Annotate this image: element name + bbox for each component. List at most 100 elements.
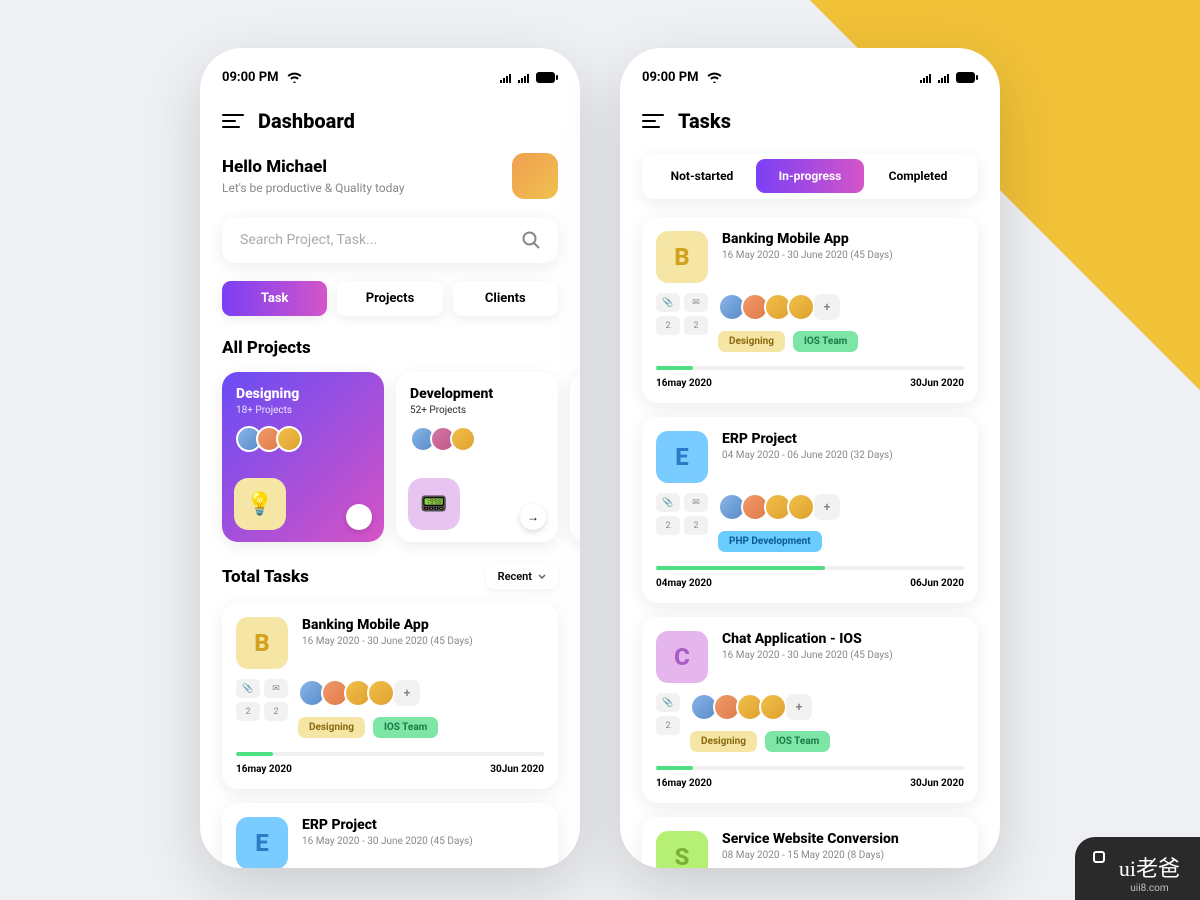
task-name: ERP Project (302, 817, 473, 833)
filter-tabs: Not-started In-progress Completed (642, 153, 978, 199)
attachment-icon: 📎 (656, 293, 680, 312)
progress-bar (656, 366, 693, 370)
task-letter: C (656, 631, 708, 683)
progress-bar (656, 766, 693, 770)
signal-icon (920, 73, 934, 83)
task-card[interactable]: E ERP Project 16 May 2020 - 30 June 2020… (222, 803, 558, 868)
tag-designing[interactable]: Designing (298, 717, 365, 738)
project-card-designing[interactable]: Designing 18+ Projects 💡 → (222, 372, 384, 542)
task-name: ERP Project (722, 431, 893, 447)
wifi-icon (287, 72, 302, 83)
recent-dropdown[interactable]: Recent (486, 564, 558, 589)
search-icon[interactable] (522, 231, 540, 249)
task-card[interactable]: S Service Website Conversion 08 May 2020… (642, 817, 978, 868)
tag-php[interactable]: PHP Development (718, 531, 822, 552)
code-icon: 📟 (408, 478, 460, 530)
task-card[interactable]: B Banking Mobile App 16 May 2020 - 30 Ju… (222, 603, 558, 789)
task-card[interactable]: C Chat Application - IOS 16 May 2020 - 3… (642, 617, 978, 803)
task-letter: S (656, 831, 708, 868)
project-card-development[interactable]: Development 52+ Projects 📟 → (396, 372, 558, 542)
search-box[interactable] (222, 217, 558, 263)
task-dates: 08 May 2020 - 15 May 2020 (8 Days) (722, 850, 899, 861)
tag-ios-team[interactable]: IOS Team (793, 331, 858, 352)
end-date: 30Jun 2020 (910, 778, 964, 789)
arrow-button[interactable]: → (346, 504, 372, 530)
greeting: Hello Michael (222, 157, 405, 177)
task-card[interactable]: B Banking Mobile App 16 May 2020 - 30 Ju… (642, 217, 978, 403)
task-letter: E (236, 817, 288, 868)
menu-icon[interactable] (222, 114, 244, 128)
tag-ios-team[interactable]: IOS Team (765, 731, 830, 752)
project-cards[interactable]: Designing 18+ Projects 💡 → Development 5… (222, 372, 580, 542)
tab-clients[interactable]: Clients (453, 281, 558, 316)
project-card-partial[interactable]: M 25 (570, 372, 580, 542)
progress-bar (236, 752, 273, 756)
message-count: 2 (684, 316, 708, 335)
tab-task[interactable]: Task (222, 281, 327, 316)
project-name: Development (410, 386, 544, 402)
task-dates: 16 May 2020 - 30 June 2020 (45 Days) (302, 836, 473, 847)
battery-icon (956, 72, 978, 83)
attachment-count: 2 (656, 716, 680, 735)
category-tabs: Task Projects Clients (222, 281, 558, 316)
project-name: Designing (236, 386, 370, 402)
battery-icon (536, 72, 558, 83)
bulb-icon: 💡 (234, 478, 286, 530)
task-dates: 16 May 2020 - 30 June 2020 (45 Days) (722, 250, 893, 261)
start-date: 16may 2020 (236, 764, 292, 775)
start-date: 16may 2020 (656, 778, 712, 789)
end-date: 30Jun 2020 (490, 764, 544, 775)
tag-designing[interactable]: Designing (718, 331, 785, 352)
search-input[interactable] (240, 232, 522, 248)
signal-icon (500, 73, 514, 83)
filter-not-started[interactable]: Not-started (648, 159, 756, 193)
page-title: Tasks (678, 109, 731, 133)
watermark-logo: ui老爸 (1119, 851, 1180, 883)
start-date: 04may 2020 (656, 578, 712, 589)
user-avatar[interactable] (512, 153, 558, 199)
end-date: 06Jun 2020 (910, 578, 964, 589)
watermark-url: uii8.com (1119, 883, 1180, 894)
task-dates: 16 May 2020 - 30 June 2020 (45 Days) (302, 636, 473, 647)
attachment-count: 2 (656, 316, 680, 335)
status-time: 09:00 PM (642, 70, 699, 85)
filter-completed[interactable]: Completed (864, 159, 972, 193)
attachment-count: 2 (656, 516, 680, 535)
message-icon: ✉ (264, 679, 288, 698)
task-name: Service Website Conversion (722, 831, 899, 847)
watermark-icon (1093, 851, 1105, 863)
progress-bar (656, 566, 825, 570)
watermark: ui老爸 uii8.com (1075, 837, 1200, 900)
tab-projects[interactable]: Projects (337, 281, 442, 316)
project-avatars (410, 426, 544, 452)
task-avatars: + (690, 693, 964, 721)
task-letter: E (656, 431, 708, 483)
phone-tasks: 09:00 PM Tasks Not-started In-progress C… (620, 48, 1000, 868)
phone-dashboard: 09:00 PM Dashboard Hello Michael Let's b… (200, 48, 580, 868)
status-time: 09:00 PM (222, 70, 279, 85)
tasks-heading: Total Tasks (222, 567, 309, 587)
attachment-icon: 📎 (236, 679, 260, 698)
add-member-button[interactable]: + (814, 294, 840, 320)
add-member-button[interactable]: + (394, 680, 420, 706)
message-icon: ✉ (684, 493, 708, 512)
filter-in-progress[interactable]: In-progress (756, 159, 864, 193)
menu-icon[interactable] (642, 114, 664, 128)
tag-ios-team[interactable]: IOS Team (373, 717, 438, 738)
task-avatars: + (718, 493, 964, 521)
task-avatars: + (718, 293, 964, 321)
arrow-button[interactable]: → (520, 504, 546, 530)
tag-designing[interactable]: Designing (690, 731, 757, 752)
task-card[interactable]: E ERP Project 04 May 2020 - 06 June 2020… (642, 417, 978, 603)
task-dates: 16 May 2020 - 30 June 2020 (45 Days) (722, 650, 893, 661)
add-member-button[interactable]: + (814, 494, 840, 520)
end-date: 30Jun 2020 (910, 378, 964, 389)
message-count: 2 (684, 516, 708, 535)
chevron-down-icon (538, 574, 546, 579)
task-avatars: + (298, 679, 544, 707)
attachment-icon: 📎 (656, 693, 680, 712)
project-count: 18+ Projects (236, 405, 370, 416)
add-member-button[interactable]: + (786, 694, 812, 720)
wifi-icon (707, 72, 722, 83)
recent-label: Recent (498, 570, 532, 583)
